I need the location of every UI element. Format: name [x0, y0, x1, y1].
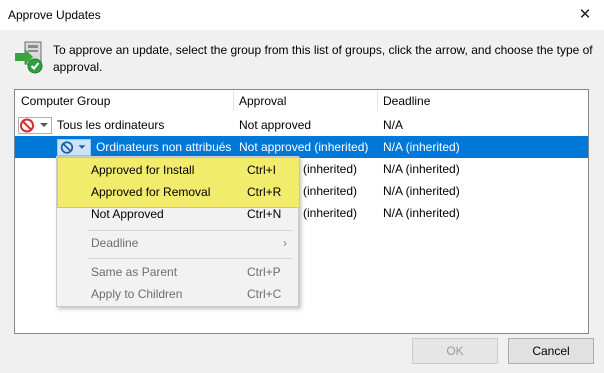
menu-item-not-approved[interactable]: Not Approved Ctrl+N [57, 203, 298, 225]
menu-item-shortcut: Ctrl+C [247, 287, 282, 301]
deadline-value: N/A (inherited) [383, 140, 460, 154]
approval-value: (inherited) [303, 206, 358, 220]
group-name: Tous les ordinateurs [57, 118, 165, 132]
menu-item-shortcut: Ctrl+I [247, 163, 277, 177]
menu-item-same-as-parent[interactable]: Same as Parent Ctrl+P [57, 261, 298, 283]
table-row-selected[interactable]: Ordinateurs non attribués Not approved (… [15, 136, 588, 158]
deadline-value: N/A (inherited) [383, 184, 460, 198]
menu-item-shortcut: Ctrl+P [247, 265, 281, 279]
menu-item-label: Approved for Install [91, 163, 195, 177]
approval-value: Not approved (inherited) [239, 140, 369, 154]
menu-item-approved-for-removal[interactable]: Approved for Removal Ctrl+R [57, 181, 298, 203]
menu-item-label: Deadline [91, 236, 139, 250]
menu-item-label: Approved for Removal [91, 185, 211, 199]
approval-context-menu: Approved for Install Ctrl+I Approved for… [56, 156, 300, 307]
menu-separator [87, 258, 293, 259]
not-approved-icon[interactable] [18, 117, 52, 134]
deadline-value: N/A (inherited) [383, 162, 460, 176]
approval-value: Not approved [239, 118, 312, 132]
column-header-computer-group[interactable]: Computer Group [15, 90, 233, 112]
close-icon[interactable]: ✕ [574, 4, 596, 26]
ok-button[interactable]: OK [412, 338, 498, 364]
title-bar: Approve Updates ✕ [0, 0, 604, 30]
column-header-approval[interactable]: Approval [233, 90, 377, 112]
chevron-right-icon: › [283, 236, 287, 250]
instruction-text: To approve an update, select the group f… [53, 43, 593, 74]
group-name: Ordinateurs non attribués [96, 140, 232, 154]
menu-item-label: Same as Parent [91, 265, 178, 279]
menu-item-shortcut: Ctrl+N [247, 207, 282, 221]
window-title: Approve Updates [8, 8, 101, 22]
menu-item-deadline[interactable]: Deadline › [57, 232, 298, 254]
table-row[interactable]: Tous les ordinateurs Not approved N/A [15, 114, 588, 136]
approval-value: (inherited) [303, 162, 358, 176]
cancel-button[interactable]: Cancel [508, 338, 594, 364]
menu-item-label: Apply to Children [91, 287, 183, 301]
update-approval-icon [15, 41, 43, 74]
menu-item-shortcut: Ctrl+R [247, 185, 282, 199]
deadline-value: N/A (inherited) [383, 206, 460, 220]
column-header-deadline[interactable]: Deadline [377, 90, 587, 112]
approval-value: (inherited) [303, 184, 358, 198]
menu-separator [87, 230, 293, 231]
menu-item-apply-to-children[interactable]: Apply to Children Ctrl+C [57, 283, 298, 305]
menu-item-approved-for-install[interactable]: Approved for Install Ctrl+I [57, 159, 298, 181]
blocked-icon[interactable] [57, 139, 91, 156]
menu-item-label: Not Approved [91, 207, 164, 221]
deadline-value: N/A [383, 118, 404, 132]
